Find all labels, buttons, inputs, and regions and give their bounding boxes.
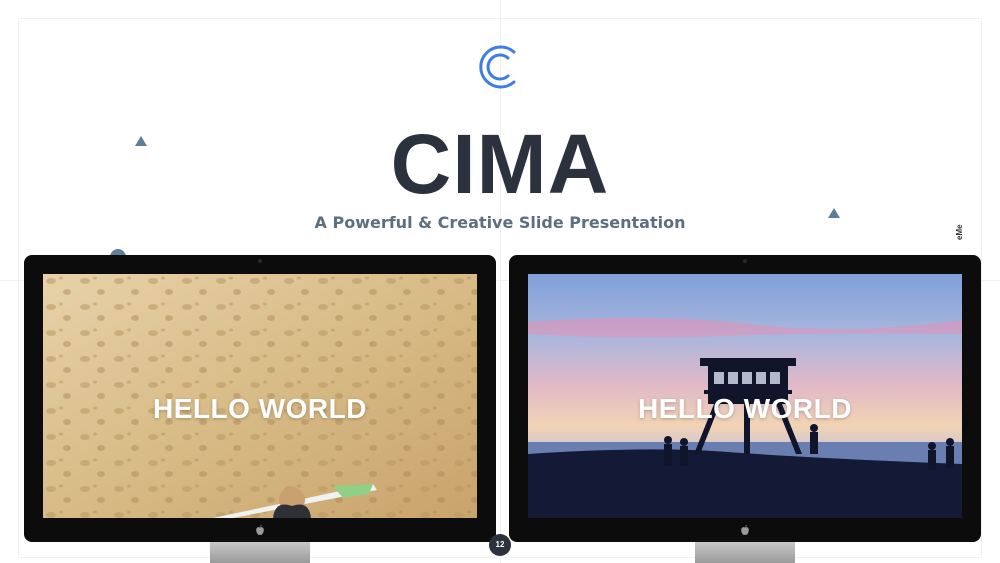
side-brand-text: eMe bbox=[955, 224, 964, 240]
monitor-screen: HELLO WORLD bbox=[43, 274, 477, 518]
monitor-screen: HELLO WORLD bbox=[528, 274, 962, 518]
screen-heading: HELLO WORLD bbox=[638, 393, 852, 424]
monitor-left: HELLO WORLD bbox=[24, 255, 496, 542]
screen-heading: HELLO WORLD bbox=[153, 393, 367, 424]
slide-subtitle: A Powerful & Creative Slide Presentation bbox=[314, 213, 686, 232]
slide-title: CIMA bbox=[390, 117, 610, 211]
monitor-stand bbox=[695, 542, 795, 563]
triangle-shape bbox=[828, 208, 840, 218]
monitor-camera bbox=[258, 259, 262, 263]
triangle-shape bbox=[135, 136, 147, 146]
monitor-stand bbox=[210, 542, 310, 563]
apple-logo-icon bbox=[256, 524, 264, 535]
monitor-camera bbox=[743, 259, 747, 263]
presentation-slide: CIMA A Powerful & Creative Slide Present… bbox=[0, 0, 1000, 563]
c-logo-icon bbox=[479, 45, 516, 89]
apple-logo-icon bbox=[741, 524, 749, 535]
page-number-badge: 12 bbox=[489, 534, 511, 556]
monitor-right: HELLO WORLD bbox=[509, 255, 981, 542]
